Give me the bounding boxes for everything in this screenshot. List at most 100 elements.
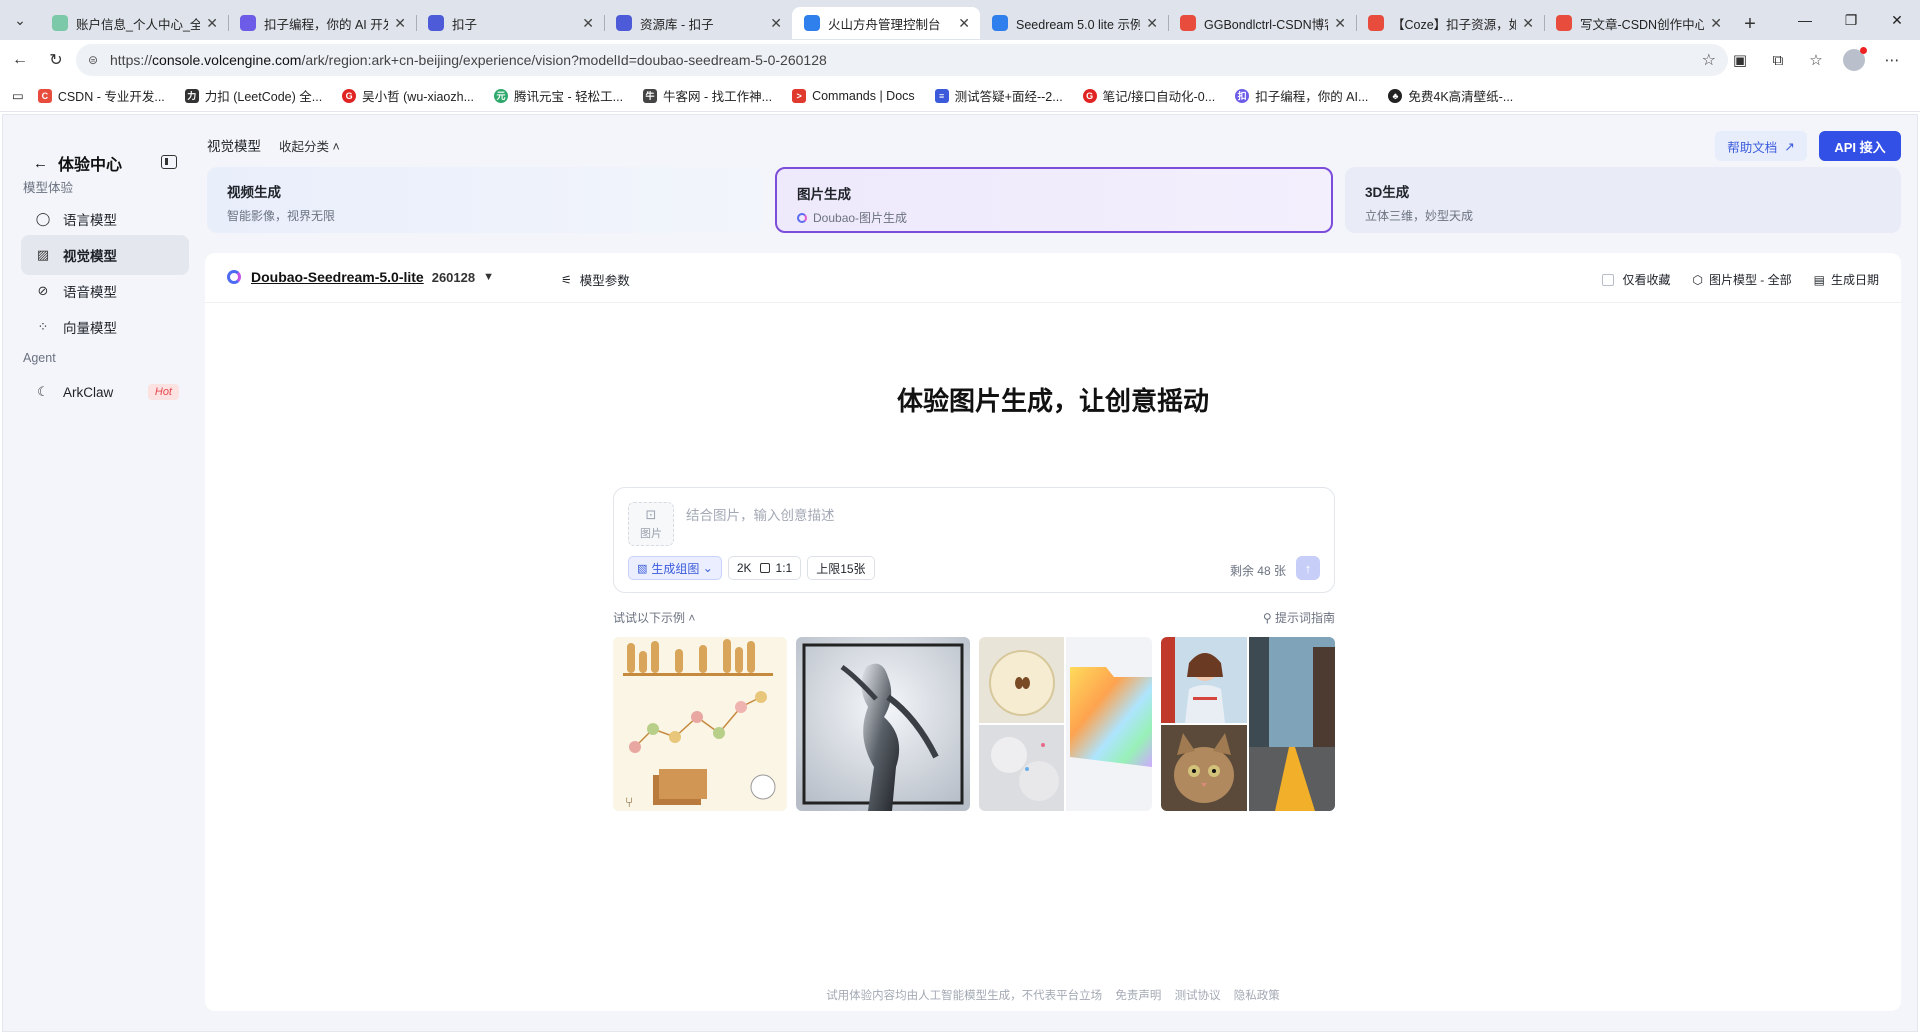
favorites-only-checkbox[interactable]: 仅看收藏	[1602, 271, 1670, 288]
browser-tab[interactable]: 扣子编程，你的 AI 开发 ✕	[228, 7, 416, 39]
bookmark-label: 测试答疑+面经--2...	[954, 90, 1063, 104]
image-upload-slot[interactable]: ⊡ 图片	[628, 502, 674, 546]
api-access-button[interactable]: API 接入	[1819, 131, 1901, 161]
tab-title: 【Coze】扣子资源，如何	[1392, 17, 1517, 32]
bookmark-item[interactable]: G 笔记/接口自动化-0...	[1082, 86, 1215, 105]
browser-tab[interactable]: GGBondlctrl-CSDN博客 ✕	[1168, 7, 1356, 39]
more-menu-icon[interactable]: ⋯	[1876, 44, 1908, 76]
footer-disclaimer: 试用体验内容均由人工智能模型生成，不代表平台立场	[826, 990, 1103, 1002]
doubao-logo-icon	[227, 270, 241, 284]
bookmark-item[interactable]: ♣ 免费4K高清壁纸-...	[1388, 86, 1513, 105]
category-card-3d[interactable]: 3D生成 立体三维，妙型天成	[1345, 167, 1901, 233]
test-agreement-link[interactable]: 测试协议	[1175, 990, 1221, 1002]
disclaimer-link[interactable]: 免责声明	[1115, 990, 1161, 1002]
road-thumbnail	[1249, 637, 1335, 811]
collapse-categories-toggle[interactable]: 收起分类 ˄	[279, 136, 340, 155]
browser-tab[interactable]: 扣子 ✕	[416, 7, 604, 39]
sidebar-item-vision-model[interactable]: ▨ 视觉模型	[21, 235, 189, 275]
bookmark-item[interactable]: C CSDN - 专业开发...	[37, 86, 165, 105]
bookmark-label: 牛客网 - 找工作神...	[663, 90, 773, 104]
profile-avatar-icon[interactable]	[1838, 44, 1870, 76]
minimize-icon[interactable]: —	[1782, 0, 1828, 40]
category-card-image[interactable]: 图片生成 Doubao-图片生成	[775, 167, 1333, 233]
new-tab-plus-icon[interactable]: +	[1732, 8, 1768, 40]
image-limit-selector[interactable]: 上限15张	[807, 556, 875, 580]
example-grid-photos[interactable]	[1161, 637, 1335, 811]
close-window-icon[interactable]: ✕	[1874, 0, 1920, 40]
tab-close-icon[interactable]: ✕	[582, 15, 594, 32]
extensions-icon[interactable]: ⧉	[1762, 44, 1794, 76]
url-field[interactable]: ⊜ https://console.volcengine.com/ark/reg…	[76, 44, 1728, 76]
examples-toggle[interactable]: 试试以下示例 ˄	[613, 609, 695, 626]
bookmark-star-icon[interactable]: ☆	[1702, 50, 1716, 70]
example-chrome-figure[interactable]	[795, 637, 970, 811]
model-selector[interactable]: Doubao-Seedream-5.0-lite 260128 ▼	[227, 269, 494, 285]
chrome-figure-illustration	[795, 637, 970, 811]
prompt-input[interactable]: 结合图片，输入创意描述	[686, 504, 835, 524]
crystal-thumbnail	[978, 725, 1065, 811]
sidebar-collapse-icon[interactable]	[161, 155, 177, 169]
date-filter-button[interactable]: ▤ 生成日期	[1814, 271, 1879, 288]
category-title: 3D生成	[1365, 185, 1410, 200]
reload-icon[interactable]: ↻	[38, 44, 74, 76]
examples-label: 试试以下示例	[613, 611, 686, 625]
bookmark-item[interactable]: ≡ 测试答疑+面经--2...	[934, 86, 1063, 105]
sidebar-item-language-model[interactable]: ◯ 语言模型	[21, 199, 189, 239]
tab-close-icon[interactable]: ✕	[1334, 15, 1346, 32]
sidebar-item-vector-model[interactable]: ⁘ 向量模型	[21, 307, 189, 347]
browser-tab[interactable]: 写文章-CSDN创作中心 ✕	[1544, 7, 1732, 39]
category-card-video[interactable]: 视频生成 智能影像，视界无限	[207, 167, 763, 233]
hero-heading: 体验图片生成，让创意摇动	[896, 386, 1209, 416]
model-params-label: 模型参数	[579, 274, 630, 288]
browser-tab[interactable]: 【Coze】扣子资源，如何 ✕	[1356, 7, 1544, 39]
favorites-icon[interactable]: ☆	[1800, 44, 1832, 76]
resolution-ratio-selector[interactable]: 2K 1:1	[727, 556, 802, 580]
image-group-icon: ▧	[637, 562, 648, 575]
prompt-guide-link[interactable]: ⚲ 提示词指南	[1263, 609, 1335, 626]
sidebar-item-label: 语音模型	[63, 285, 117, 300]
tab-favicon-icon	[804, 15, 820, 31]
browser-tab[interactable]: Seedream 5.0 lite 示例说 ✕	[980, 7, 1168, 39]
tab-close-icon[interactable]: ✕	[958, 15, 970, 32]
model-filter-dropdown[interactable]: ⬡ 图片模型 - 全部	[1692, 271, 1791, 288]
tab-close-icon[interactable]: ✕	[1146, 15, 1158, 32]
generation-mode-dropdown[interactable]: ▧ 生成组图 ⌄	[628, 556, 722, 580]
restore-icon[interactable]: ❐	[1828, 0, 1874, 40]
send-arrow-button[interactable]: ↑	[1296, 556, 1320, 580]
image-add-icon: ⊡	[645, 507, 657, 522]
example-grid-objects[interactable]	[978, 637, 1153, 811]
bookmark-item[interactable]: G 吴小哲 (wu-xiaozh...	[342, 86, 474, 105]
browser-tab[interactable]: 资源库 - 扣子 ✕	[604, 7, 792, 39]
bookmark-item[interactable]: 扣扣子编程，你的 AI...	[1235, 86, 1368, 105]
app-window: ← 体验中心 模型体验 ◯ 语言模型 ▨ 视觉模型 ⊘ 语音模型 ⁘ 向量模型 …	[2, 114, 1918, 1032]
tab-close-icon[interactable]: ✕	[1710, 15, 1722, 32]
sidebar-header[interactable]: ← 体验中心	[33, 151, 122, 175]
browser-tab-active[interactable]: 火山方舟管理控制台 ✕	[792, 7, 980, 39]
back-arrow-icon[interactable]: ←	[33, 155, 48, 172]
back-arrow-icon[interactable]: ←	[2, 44, 38, 76]
bookmark-item[interactable]: 牛牛客网 - 找工作神...	[643, 86, 772, 105]
browser-tab[interactable]: 账户信息_个人中心_全网 ✕	[40, 7, 228, 39]
tab-title: Seedream 5.0 lite 示例说	[1016, 17, 1141, 32]
bookmark-item[interactable]: 元腾讯元宝 - 轻松工...	[494, 86, 623, 105]
privacy-policy-link[interactable]: 隐私政策	[1234, 990, 1280, 1002]
site-info-icon[interactable]: ⊜	[88, 53, 102, 67]
model-params-button[interactable]: ⚟ 模型参数	[561, 270, 630, 289]
bookmarks-apps-icon[interactable]: ▭	[12, 88, 24, 103]
example-infographic[interactable]: ⑂	[613, 637, 787, 811]
tab-close-icon[interactable]: ✕	[770, 15, 782, 32]
sidebar-item-voice-model[interactable]: ⊘ 语音模型	[21, 271, 189, 311]
reading-mode-icon[interactable]: ▣	[1724, 44, 1756, 76]
help-docs-button[interactable]: 帮助文档 ↗	[1715, 131, 1807, 161]
sidebar-item-arkclaw[interactable]: ☾ ArkClaw Hot	[21, 372, 189, 412]
tab-search-icon[interactable]: ⌄	[0, 0, 40, 40]
vector-icon: ⁘	[37, 319, 49, 334]
tab-title: 账户信息_个人中心_全网	[76, 17, 201, 32]
tab-close-icon[interactable]: ✕	[394, 15, 406, 32]
bookmark-item[interactable]: > Commands | Docs	[792, 88, 915, 103]
bookmark-item[interactable]: 力力扣 (LeetCode) 全...	[184, 86, 322, 105]
tab-close-icon[interactable]: ✕	[206, 15, 218, 32]
sidebar-section-models: 模型体验	[23, 181, 74, 195]
tab-close-icon[interactable]: ✕	[1522, 15, 1534, 32]
date-filter-label: 生成日期	[1830, 273, 1879, 287]
